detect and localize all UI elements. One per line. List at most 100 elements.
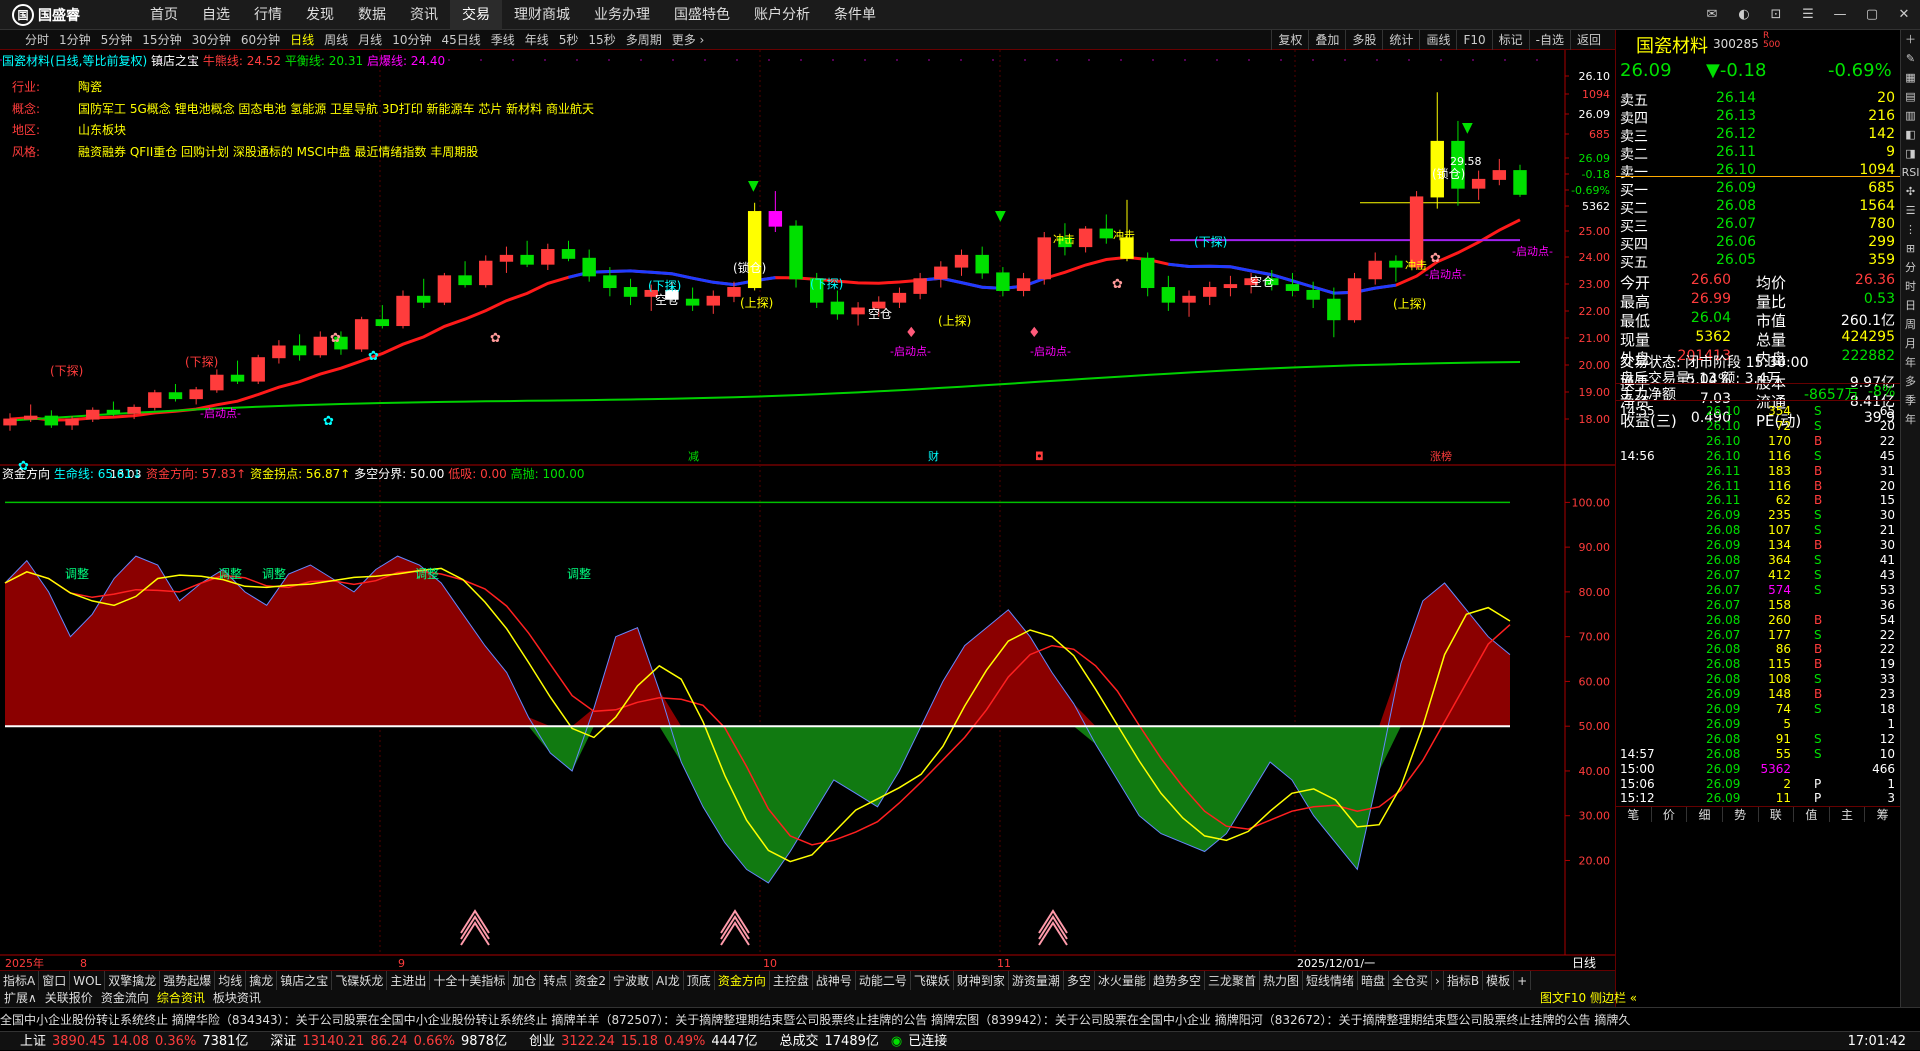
minimize-icon[interactable]: —: [1828, 3, 1852, 27]
side-tab-2[interactable]: ▦: [1901, 68, 1920, 87]
ask-row[interactable]: 卖二 26.11 9: [1616, 144, 1901, 163]
side-tab-8[interactable]: ✣: [1901, 182, 1920, 201]
quote-tab-7[interactable]: 筹: [1865, 807, 1901, 822]
indicator-tab-25[interactable]: 冰火量能: [1095, 971, 1150, 991]
period-tab-7[interactable]: 周线: [319, 30, 353, 50]
period-tab-15[interactable]: 多周期: [621, 30, 667, 50]
chart-tool-0[interactable]: 复权: [1271, 30, 1308, 50]
indicator-tab-2[interactable]: WOL: [70, 971, 106, 991]
chart-tool-1[interactable]: 叠加: [1308, 30, 1345, 50]
side-tab-18[interactable]: 多: [1901, 372, 1920, 391]
period-tab-0[interactable]: 分时: [20, 30, 54, 50]
ask-row[interactable]: 卖一 26.10 1094: [1616, 162, 1901, 181]
lock-icon[interactable]: ⊡: [1764, 3, 1788, 27]
indicator-tab-29[interactable]: 短线情绪: [1303, 971, 1359, 991]
nav-item-4[interactable]: 数据: [346, 0, 398, 30]
side-tab-19[interactable]: 季: [1901, 391, 1920, 410]
app-logo[interactable]: 国 国盛睿: [12, 4, 80, 26]
indicator-tab-8[interactable]: 飞碟妖龙: [332, 971, 388, 991]
period-tab-10[interactable]: 45日线: [436, 30, 485, 50]
bid-row[interactable]: 买四 26.06 299: [1616, 234, 1901, 253]
indicator-tab-1[interactable]: 窗口: [39, 971, 71, 991]
indicator-tab-21[interactable]: 飞碟妖: [911, 971, 954, 991]
quote-tab-2[interactable]: 细: [1687, 807, 1723, 822]
nav-item-11[interactable]: 条件单: [822, 0, 888, 30]
nav-item-8[interactable]: 业务办理: [582, 0, 662, 30]
event-mark[interactable]: 财: [928, 449, 939, 463]
stock-title[interactable]: 国瓷材料(日线,等比前复权): [2, 54, 147, 68]
side-tab-15[interactable]: 周: [1901, 315, 1920, 334]
indicator-tab-27[interactable]: 三龙聚首: [1205, 971, 1260, 991]
indicator-tab-33[interactable]: 指标B: [1444, 971, 1484, 991]
nav-item-2[interactable]: 行情: [242, 0, 294, 30]
side-tab-0[interactable]: ＋: [1901, 30, 1920, 49]
indicator-tab-22[interactable]: 财神到家: [954, 971, 1009, 991]
indicator-tab-30[interactable]: 暗盘: [1358, 971, 1390, 991]
side-tab-12[interactable]: 分: [1901, 258, 1920, 277]
period-tab-1[interactable]: 1分钟: [54, 30, 96, 50]
candle[interactable]: [148, 389, 162, 411]
candle[interactable]: [251, 354, 265, 384]
chart-tool-8[interactable]: 返回: [1569, 30, 1607, 50]
nav-item-0[interactable]: 首页: [138, 0, 190, 30]
index-quote[interactable]: 深证 13140.21 86.24 0.66% 9878亿: [270, 1034, 513, 1049]
nav-item-10[interactable]: 账户分析: [742, 0, 822, 30]
period-tab-11[interactable]: 季线: [486, 30, 520, 50]
indicator-tab-18[interactable]: 主控盘: [770, 971, 813, 991]
ask-row[interactable]: 卖五 26.14 20: [1616, 90, 1901, 109]
indicator-tab-23[interactable]: 游资量潮: [1009, 971, 1064, 991]
chart-tool-4[interactable]: 画线: [1419, 30, 1456, 50]
message-icon[interactable]: ✉: [1700, 3, 1724, 27]
sub-tab-4[interactable]: 板块资讯: [209, 990, 265, 1007]
candle[interactable]: [396, 290, 410, 329]
close-icon[interactable]: ✕: [1892, 3, 1916, 27]
nav-item-5[interactable]: 资讯: [398, 0, 450, 30]
indicator-tab-17[interactable]: 资金方向: [715, 971, 770, 991]
side-tab-14[interactable]: 日: [1901, 296, 1920, 315]
nav-item-3[interactable]: 发现: [294, 0, 346, 30]
candle[interactable]: [1037, 232, 1051, 285]
side-tab-6[interactable]: ◨: [1901, 144, 1920, 163]
bid-row[interactable]: 买二 26.08 1564: [1616, 198, 1901, 217]
menu-icon[interactable]: ☰: [1796, 3, 1820, 27]
indicator-tab-26[interactable]: 趋势多空: [1150, 971, 1205, 991]
index-quote[interactable]: 上证 3890.45 14.08 0.36% 7381亿: [20, 1034, 254, 1049]
quote-tab-4[interactable]: 联: [1759, 807, 1795, 822]
indicator-tab-5[interactable]: 均线: [215, 971, 247, 991]
chart-tool-7[interactable]: -自选: [1528, 30, 1570, 50]
period-tab-9[interactable]: 10分钟: [387, 30, 436, 50]
event-mark[interactable]: 涨榜: [1430, 449, 1452, 463]
period-tab-8[interactable]: 月线: [353, 30, 387, 50]
fund-indicator-name[interactable]: 资金方向: [2, 467, 50, 481]
side-tab-7[interactable]: RSI: [1901, 163, 1920, 182]
indicator-tab-31[interactable]: 全仓买: [1389, 971, 1433, 991]
period-tab-4[interactable]: 30分钟: [187, 30, 236, 50]
indicator-tab-13[interactable]: 资金2: [571, 971, 611, 991]
indicator-tab-9[interactable]: 主进出: [387, 971, 431, 991]
indicator-tab-11[interactable]: 加仓: [509, 971, 541, 991]
quote-tab-3[interactable]: 势: [1723, 807, 1759, 822]
bid-row[interactable]: 买五 26.05 359: [1616, 252, 1901, 271]
period-tab-13[interactable]: 5秒: [554, 30, 584, 50]
event-mark[interactable]: 减: [688, 450, 699, 463]
indicator-tab-32[interactable]: ›: [1432, 971, 1444, 991]
indicator-tab-0[interactable]: 指标A: [0, 971, 40, 991]
side-tab-1[interactable]: ✎: [1901, 49, 1920, 68]
indicator-tab-24[interactable]: 多空: [1064, 971, 1095, 991]
maximize-icon[interactable]: ▢: [1860, 3, 1884, 27]
candle[interactable]: [747, 202, 762, 291]
nav-item-1[interactable]: 自选: [190, 0, 242, 30]
nav-item-9[interactable]: 国盛特色: [662, 0, 742, 30]
nav-item-7[interactable]: 理财商城: [502, 0, 582, 30]
side-tab-20[interactable]: 年: [1901, 410, 1920, 429]
ask-row[interactable]: 卖三 26.12 142: [1616, 126, 1901, 145]
quote-tab-1[interactable]: 价: [1652, 807, 1688, 822]
indicator-tab-14[interactable]: 宁波敢: [610, 971, 654, 991]
index-quote[interactable]: 创业 3122.24 15.18 0.49% 4447亿: [529, 1034, 763, 1049]
indicator-tab-6[interactable]: 擒龙: [246, 971, 278, 991]
period-tab-14[interactable]: 15秒: [583, 30, 620, 50]
indicator-tab-34[interactable]: 模板: [1483, 971, 1515, 991]
candle[interactable]: [437, 272, 452, 306]
sub-tab-1[interactable]: 关联报价: [41, 990, 97, 1007]
indicator-tab-20[interactable]: 动能二号: [856, 971, 911, 991]
